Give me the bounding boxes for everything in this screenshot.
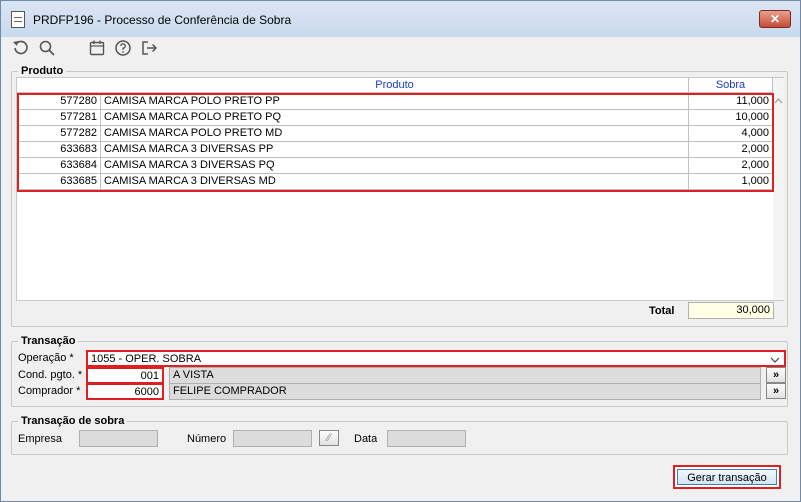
produto-group-label: Produto (18, 65, 67, 77)
product-sobra: 1,000 (689, 174, 773, 190)
product-code: 633684 (17, 158, 101, 174)
help-icon[interactable] (113, 39, 133, 59)
table-row[interactable]: 577282 CAMISA MARCA POLO PRETO MD 4,000 (17, 126, 773, 142)
main-window: PRDFP196 - Processo de Conferência de So… (0, 0, 801, 502)
product-code: 633685 (17, 174, 101, 190)
column-header-produto[interactable]: Produto (101, 78, 689, 93)
table-row[interactable]: 633685 CAMISA MARCA 3 DIVERSAS MD 1,000 (17, 174, 773, 190)
transacao-sobra-group-label: Transação de sobra (18, 415, 128, 427)
gerar-transacao-button[interactable]: Gerar transação (677, 469, 777, 485)
product-description: CAMISA MARCA 3 DIVERSAS PP (101, 142, 689, 158)
numero-field (233, 430, 312, 447)
product-description: CAMISA MARCA 3 DIVERSAS MD (101, 174, 689, 190)
chevron-down-icon (770, 357, 780, 363)
calendar-icon[interactable] (87, 39, 107, 59)
products-table: Produto Sobra 577280 CAMISA MARCA POLO P… (16, 77, 784, 301)
operacao-select[interactable]: 1055 - OPER. SOBRA (86, 350, 786, 367)
product-sobra: 10,000 (689, 110, 773, 126)
transacao-group-label: Transação (18, 335, 79, 347)
cond-pgto-lookup-button[interactable]: » (766, 367, 786, 383)
product-code: 577281 (17, 110, 101, 126)
document-icon (11, 11, 25, 28)
exit-icon[interactable] (139, 39, 159, 59)
product-sobra: 11,000 (689, 94, 773, 110)
table-header: Produto Sobra (17, 78, 773, 93)
comprador-lookup-button[interactable]: » (766, 383, 786, 399)
search-icon[interactable] (37, 39, 57, 59)
product-sobra: 4,000 (689, 126, 773, 142)
total-value: 30,000 (688, 302, 774, 319)
comprador-code-input[interactable]: 6000 (86, 383, 164, 400)
operacao-label: Operação * (18, 352, 74, 364)
numero-lookup-button[interactable]: ⁄⁄ (319, 430, 339, 446)
undo-icon[interactable] (11, 39, 31, 59)
product-description: CAMISA MARCA POLO PRETO PQ (101, 110, 689, 126)
product-sobra: 2,000 (689, 142, 773, 158)
data-field (387, 430, 466, 447)
cond-pgto-label: Cond. pgto. * (18, 369, 83, 381)
product-sobra: 2,000 (689, 158, 773, 174)
empresa-field (79, 430, 158, 447)
empresa-label: Empresa (18, 433, 63, 445)
table-row[interactable]: 577280 CAMISA MARCA POLO PRETO PP 11,000 (17, 94, 773, 110)
table-row[interactable]: 633684 CAMISA MARCA 3 DIVERSAS PQ 2,000 (17, 158, 773, 174)
close-button[interactable]: ✕ (759, 10, 791, 28)
window-title: PRDFP196 - Processo de Conferência de So… (33, 13, 292, 27)
window-content: Produto Produto Sobra 577280 CAMISA MARC… (9, 37, 792, 497)
gerar-transacao-highlight: Gerar transação (673, 465, 781, 489)
operacao-value: 1055 - OPER. SOBRA (91, 353, 202, 365)
product-description: CAMISA MARCA POLO PRETO PP (101, 94, 689, 110)
table-row[interactable]: 577281 CAMISA MARCA POLO PRETO PQ 10,000 (17, 110, 773, 126)
numero-label: Número (187, 433, 227, 445)
table-row[interactable]: 633683 CAMISA MARCA 3 DIVERSAS PP 2,000 (17, 142, 773, 158)
total-label: Total (649, 305, 675, 317)
product-description: CAMISA MARCA POLO PRETO MD (101, 126, 689, 142)
product-code: 577280 (17, 94, 101, 110)
cond-pgto-code-input[interactable]: 001 (86, 367, 164, 384)
comprador-description: FELIPE COMPRADOR (169, 383, 761, 400)
cond-pgto-description: A VISTA (169, 367, 761, 384)
product-code: 577282 (17, 126, 101, 142)
product-description: CAMISA MARCA 3 DIVERSAS PQ (101, 158, 689, 174)
column-header-sobra[interactable]: Sobra (689, 78, 773, 93)
scroll-up-icon[interactable] (773, 96, 784, 106)
product-code: 633683 (17, 142, 101, 158)
comprador-label: Comprador * (18, 385, 81, 397)
data-label: Data (354, 433, 378, 445)
title-bar: PRDFP196 - Processo de Conferência de So… (1, 1, 800, 37)
table-scrollbar[interactable] (773, 78, 784, 300)
